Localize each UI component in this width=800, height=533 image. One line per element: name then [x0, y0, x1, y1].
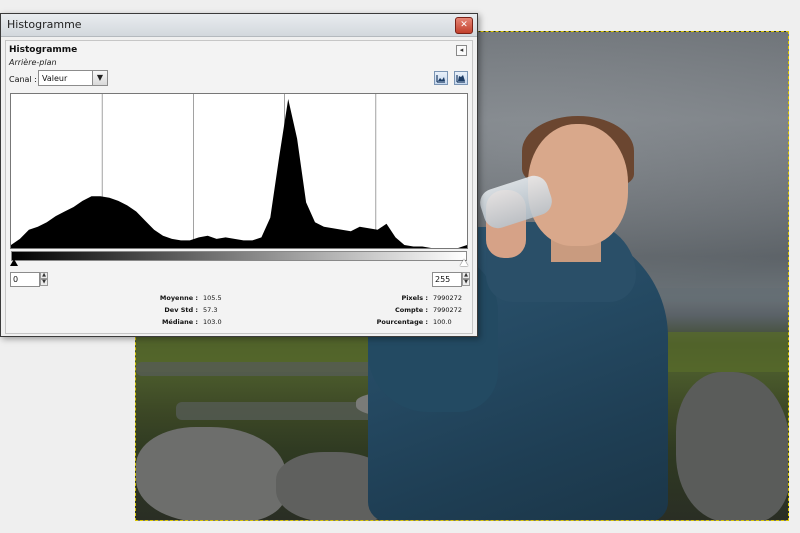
spin-down-icon[interactable]: ▼ — [40, 279, 48, 286]
linear-histogram-icon — [435, 72, 447, 84]
percent-label: Pourcentage : — [376, 318, 428, 326]
channel-select[interactable]: Valeur ▼ — [38, 70, 108, 86]
rock — [676, 372, 788, 520]
range-end-handle[interactable] — [460, 259, 468, 266]
spin-up-icon[interactable]: ▲ — [462, 272, 470, 279]
histogram-plot[interactable] — [10, 93, 468, 249]
collapse-icon[interactable]: ◂ — [456, 45, 467, 56]
logarithmic-histogram-button[interactable] — [454, 71, 468, 85]
mean-value: 105.5 — [203, 294, 222, 302]
range-high-stepper[interactable]: ▲ ▼ — [462, 272, 470, 287]
panel-title: Histogramme — [9, 45, 78, 55]
stone-wall — [136, 362, 386, 376]
range-high-value: 255 — [435, 275, 451, 284]
window-titlebar[interactable]: Histogramme ✕ — [1, 14, 477, 37]
pixels-value: 7990272 — [433, 294, 462, 302]
value-gradient-bar — [11, 251, 467, 261]
count-label: Compte : — [394, 306, 428, 314]
rock — [136, 427, 286, 520]
median-value: 103.0 — [203, 318, 222, 326]
pixels-label: Pixels : — [401, 294, 428, 302]
range-start-handle[interactable] — [10, 259, 18, 266]
range-low-stepper[interactable]: ▲ ▼ — [40, 272, 48, 287]
range-high-input[interactable]: 255 — [432, 272, 462, 287]
layer-name: Arrière-plan — [9, 58, 57, 67]
mean-label: Moyenne : — [159, 294, 198, 302]
count-value: 7990272 — [433, 306, 462, 314]
histogram-area — [11, 99, 467, 248]
channel-label: Canal : — [9, 75, 37, 84]
median-label: Médiane : — [161, 318, 198, 326]
std-dev-label: Dev Std : — [164, 306, 198, 314]
range-low-value: 0 — [13, 275, 19, 284]
close-button[interactable]: ✕ — [455, 17, 473, 34]
histogram-window[interactable]: Histogramme ✕ Histogramme Arrière-plan ◂… — [0, 13, 478, 337]
histogram-chart — [11, 94, 467, 248]
channel-selected-value: Valeur — [42, 74, 68, 83]
percent-value: 100.0 — [433, 318, 452, 326]
range-low-input[interactable]: 0 — [10, 272, 40, 287]
spin-up-icon[interactable]: ▲ — [40, 272, 48, 279]
linear-histogram-button[interactable] — [434, 71, 448, 85]
window-title: Histogramme — [7, 18, 82, 31]
stone-wall — [176, 402, 376, 420]
spin-down-icon[interactable]: ▼ — [462, 279, 470, 286]
histogram-panel: Histogramme Arrière-plan ◂ Canal : Valeu… — [5, 40, 473, 334]
chevron-down-icon[interactable]: ▼ — [92, 71, 107, 85]
std-dev-value: 57.3 — [203, 306, 218, 314]
logarithmic-histogram-icon — [455, 72, 467, 84]
